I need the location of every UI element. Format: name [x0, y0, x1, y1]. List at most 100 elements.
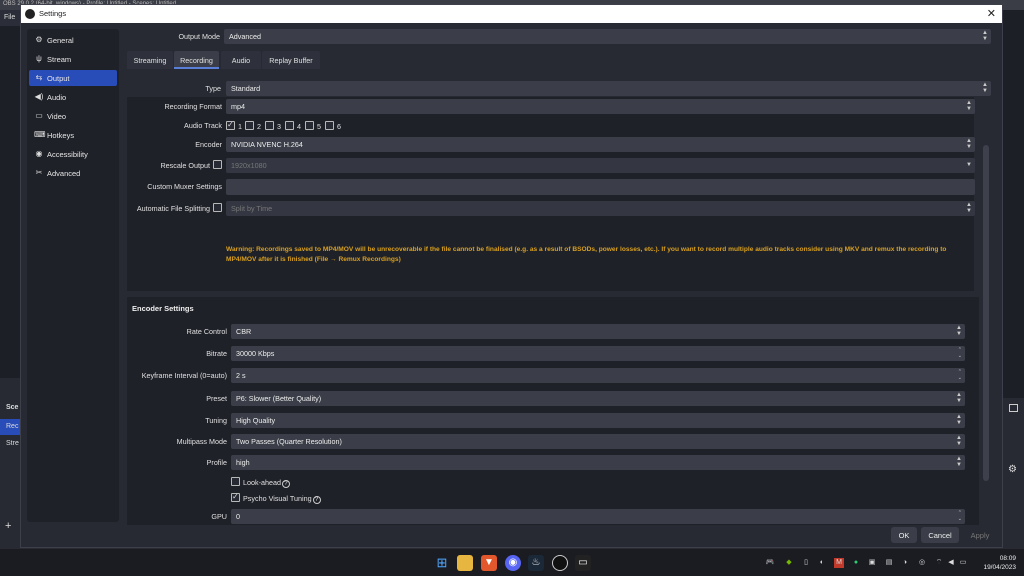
bitrate-spinbox[interactable]: 30000 Kbps ⌃ ⌄	[231, 346, 965, 361]
tuning-select[interactable]: High Quality ▲ ▼	[231, 413, 965, 428]
sidebar-item-general[interactable]: ⚙ General	[29, 32, 117, 48]
sidebar-item-output[interactable]: ⇆ Output	[29, 70, 117, 86]
spin-arrows-icon[interactable]: ⌃ ⌄	[958, 510, 962, 522]
wifi-icon[interactable]: ⌔	[934, 558, 944, 568]
audio-track-3-checkbox[interactable]	[265, 121, 274, 130]
spin-arrows-icon[interactable]: ⌃ ⌄	[958, 347, 962, 359]
audio-track-6-checkbox[interactable]	[325, 121, 334, 130]
custom-muxer-input[interactable]	[226, 179, 975, 195]
controller-tray-icon[interactable]: 🎮	[765, 558, 775, 568]
settings-dialog: Settings ✕ ⚙ General ψ Stream ⇆ Output ◀…	[20, 4, 1003, 548]
profile-label: Profile	[206, 458, 227, 467]
encoder-label: Encoder	[195, 140, 222, 149]
gear-icon[interactable]: ⚙	[1008, 464, 1017, 475]
file-splitting-select[interactable]: Split by Time ▲ ▼	[226, 201, 975, 216]
brave-browser-icon[interactable]: ▼	[481, 555, 497, 571]
audio-track-5-checkbox[interactable]	[305, 121, 314, 130]
sidebar-item-label: Accessibility	[47, 150, 88, 159]
malware-tray-icon[interactable]: M	[834, 558, 844, 568]
gpu-spinbox[interactable]: 0 ⌃ ⌄	[231, 509, 965, 524]
obs-icon[interactable]	[552, 555, 568, 571]
app-tray-icon-3[interactable]: ▤	[884, 558, 894, 568]
background-right-panel: ⚙	[1003, 398, 1024, 548]
updown-arrow-icon: ▲ ▼	[956, 456, 962, 468]
output-mode-select[interactable]: Advanced ▲ ▼	[224, 29, 991, 44]
obs-tray-icon[interactable]: ◎	[917, 558, 927, 568]
audio-track-4-label: 4	[297, 122, 301, 131]
sidebar-item-video[interactable]: ▭ Video	[29, 108, 117, 124]
background-scene-item[interactable]: Rec	[0, 419, 20, 435]
output-mode-label: Output Mode	[178, 32, 220, 41]
ok-button[interactable]: OK	[891, 527, 917, 543]
recording-format-select[interactable]: mp4 ▲ ▼	[226, 99, 975, 114]
recording-type-select[interactable]: Standard ▲ ▼	[226, 81, 991, 96]
sidebar-item-label: Output	[47, 74, 70, 83]
updown-arrow-icon: ▲ ▼	[966, 202, 972, 214]
volume-icon[interactable]: ◀	[946, 558, 956, 568]
updown-arrow-icon: ▲ ▼	[966, 100, 972, 112]
add-scene-icon[interactable]: +	[5, 520, 11, 532]
speaker-icon: ◀)	[34, 92, 44, 101]
audio-track-4-checkbox[interactable]	[285, 121, 294, 130]
background-menubar: File	[0, 10, 20, 26]
sidebar-item-hotkeys[interactable]: ⌨ Hotkeys	[29, 127, 117, 143]
tab-audio[interactable]: Audio	[221, 51, 261, 69]
nvidia-tray-icon[interactable]: ◆	[784, 558, 794, 568]
sidebar-item-audio[interactable]: ◀) Audio	[29, 89, 117, 105]
tab-streaming[interactable]: Streaming	[127, 51, 173, 69]
background-scene-item[interactable]: Stre	[0, 436, 20, 452]
file-explorer-icon[interactable]	[457, 555, 473, 571]
preset-label: Preset	[206, 394, 227, 403]
dock-icon[interactable]	[1009, 404, 1018, 412]
app-tray-icon[interactable]: ●	[851, 558, 861, 568]
audio-track-1-checkbox[interactable]	[226, 120, 235, 130]
rescale-output-label: Rescale Output	[160, 161, 210, 170]
app-tray-icon-2[interactable]: ▣	[867, 558, 877, 568]
menu-file[interactable]: File	[4, 14, 15, 21]
app-icon[interactable]: ▭	[575, 555, 591, 571]
steam-tray-icon[interactable]: ◐	[817, 558, 827, 568]
steam-icon[interactable]: ♨	[528, 555, 544, 571]
custom-muxer-label: Custom Muxer Settings	[147, 182, 222, 191]
obs-logo-icon	[25, 9, 35, 19]
sidebar-item-stream[interactable]: ψ Stream	[29, 51, 117, 67]
monitor-icon: ▭	[35, 111, 43, 120]
type-label: Type	[205, 84, 221, 93]
tab-replay-buffer[interactable]: Replay Buffer	[262, 51, 320, 69]
encoder-select[interactable]: NVIDIA NVENC H.264 ▲ ▼	[226, 137, 975, 152]
rate-control-label: Rate Control	[186, 327, 227, 336]
profile-select[interactable]: high ▲ ▼	[231, 455, 965, 470]
audio-track-2-checkbox[interactable]	[245, 121, 254, 130]
app-tray-icon-4[interactable]: ◑	[900, 558, 910, 568]
tab-recording[interactable]: Recording	[174, 51, 219, 69]
multipass-mode-select[interactable]: Two Passes (Quarter Resolution) ▲ ▼	[231, 434, 965, 449]
look-ahead-checkbox[interactable]	[231, 477, 240, 486]
sidebar-item-accessibility[interactable]: ◉ Accessibility	[29, 146, 117, 162]
tuning-label: Tuning	[205, 416, 227, 425]
discord-icon[interactable]: ◉	[505, 555, 521, 571]
system-clock[interactable]: 08:09 19/04/2023	[968, 554, 1016, 572]
spin-arrows-icon[interactable]: ⌃ ⌄	[958, 369, 962, 381]
psycho-visual-tuning-checkbox[interactable]	[231, 492, 240, 502]
windows-start-icon[interactable]: ⊞	[434, 555, 450, 571]
sidebar-item-advanced[interactable]: ✂ Advanced	[29, 165, 117, 181]
settings-scrollbar[interactable]	[983, 145, 989, 481]
file-splitting-checkbox[interactable]	[213, 203, 222, 212]
dialog-titlebar: Settings ✕	[21, 5, 1002, 23]
close-icon[interactable]: ✕	[987, 7, 996, 20]
battery-icon[interactable]: ▭	[958, 558, 968, 568]
rescale-resolution-select[interactable]: 1920x1080 ▼	[226, 158, 975, 173]
rescale-output-checkbox[interactable]	[213, 160, 222, 169]
cancel-button[interactable]: Cancel	[921, 527, 959, 543]
usb-tray-icon[interactable]: ▯	[801, 558, 811, 568]
audio-track-2-label: 2	[257, 122, 261, 131]
gear-icon: ⚙	[35, 35, 43, 44]
rate-control-select[interactable]: CBR ▲ ▼	[231, 324, 965, 339]
mp4-warning-text: Warning: Recordings saved to MP4/MOV wil…	[226, 246, 947, 263]
preset-select[interactable]: P6: Slower (Better Quality) ▲ ▼	[231, 391, 965, 406]
help-icon[interactable]: ?	[312, 496, 321, 504]
keyframe-interval-label: Keyframe Interval (0=auto)	[141, 371, 227, 380]
keyframe-interval-spinbox[interactable]: 2 s ⌃ ⌄	[231, 368, 965, 383]
help-icon[interactable]: ?	[281, 480, 290, 488]
apply-button[interactable]: Apply	[963, 527, 997, 543]
